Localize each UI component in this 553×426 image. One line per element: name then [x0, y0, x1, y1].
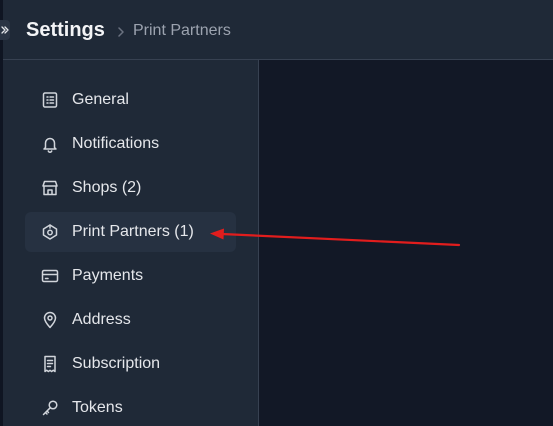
store-icon	[40, 178, 60, 198]
sidebar-item-label: Shops (2)	[72, 179, 142, 196]
sidebar-item-label: Notifications	[72, 135, 160, 152]
sidebar-item-payments[interactable]: Payments	[25, 256, 236, 296]
credit-card-icon	[40, 266, 60, 286]
receipt-icon	[40, 354, 60, 374]
list-icon	[40, 90, 60, 110]
sidebar-toggle-button[interactable]	[0, 20, 10, 40]
sidebar-item-label: Tokens	[72, 399, 123, 416]
app-root: Settings Print Partners General Notifica…	[0, 0, 553, 426]
chevron-right-icon	[117, 24, 125, 42]
sidebar-item-address[interactable]: Address	[25, 300, 236, 340]
bell-icon	[40, 134, 60, 154]
page-title: Settings	[26, 19, 105, 41]
settings-content-area	[259, 60, 553, 426]
print-partner-icon	[40, 222, 60, 242]
sidebar-item-shops[interactable]: Shops (2)	[25, 168, 236, 208]
chevrons-right-icon	[1, 26, 9, 34]
sidebar-item-subscription[interactable]: Subscription	[25, 344, 236, 384]
sidebar-item-tokens[interactable]: Tokens	[25, 388, 236, 426]
page-header: Settings Print Partners	[3, 0, 553, 60]
settings-sidebar: General Notifications Shops (2) Print Pa…	[3, 60, 259, 426]
sidebar-item-notifications[interactable]: Notifications	[25, 124, 236, 164]
sidebar-item-general[interactable]: General	[25, 80, 236, 120]
breadcrumb-current: Print Partners	[133, 22, 231, 39]
sidebar-item-label: Subscription	[72, 355, 161, 372]
sidebar-item-print-partners[interactable]: Print Partners (1)	[25, 212, 236, 252]
sidebar-item-label: Print Partners (1)	[72, 223, 194, 240]
sidebar-item-label: Payments	[72, 267, 144, 284]
sidebar-item-label: General	[72, 91, 129, 108]
sidebar-item-label: Address	[72, 311, 131, 328]
key-icon	[40, 398, 60, 418]
map-pin-icon	[40, 310, 60, 330]
